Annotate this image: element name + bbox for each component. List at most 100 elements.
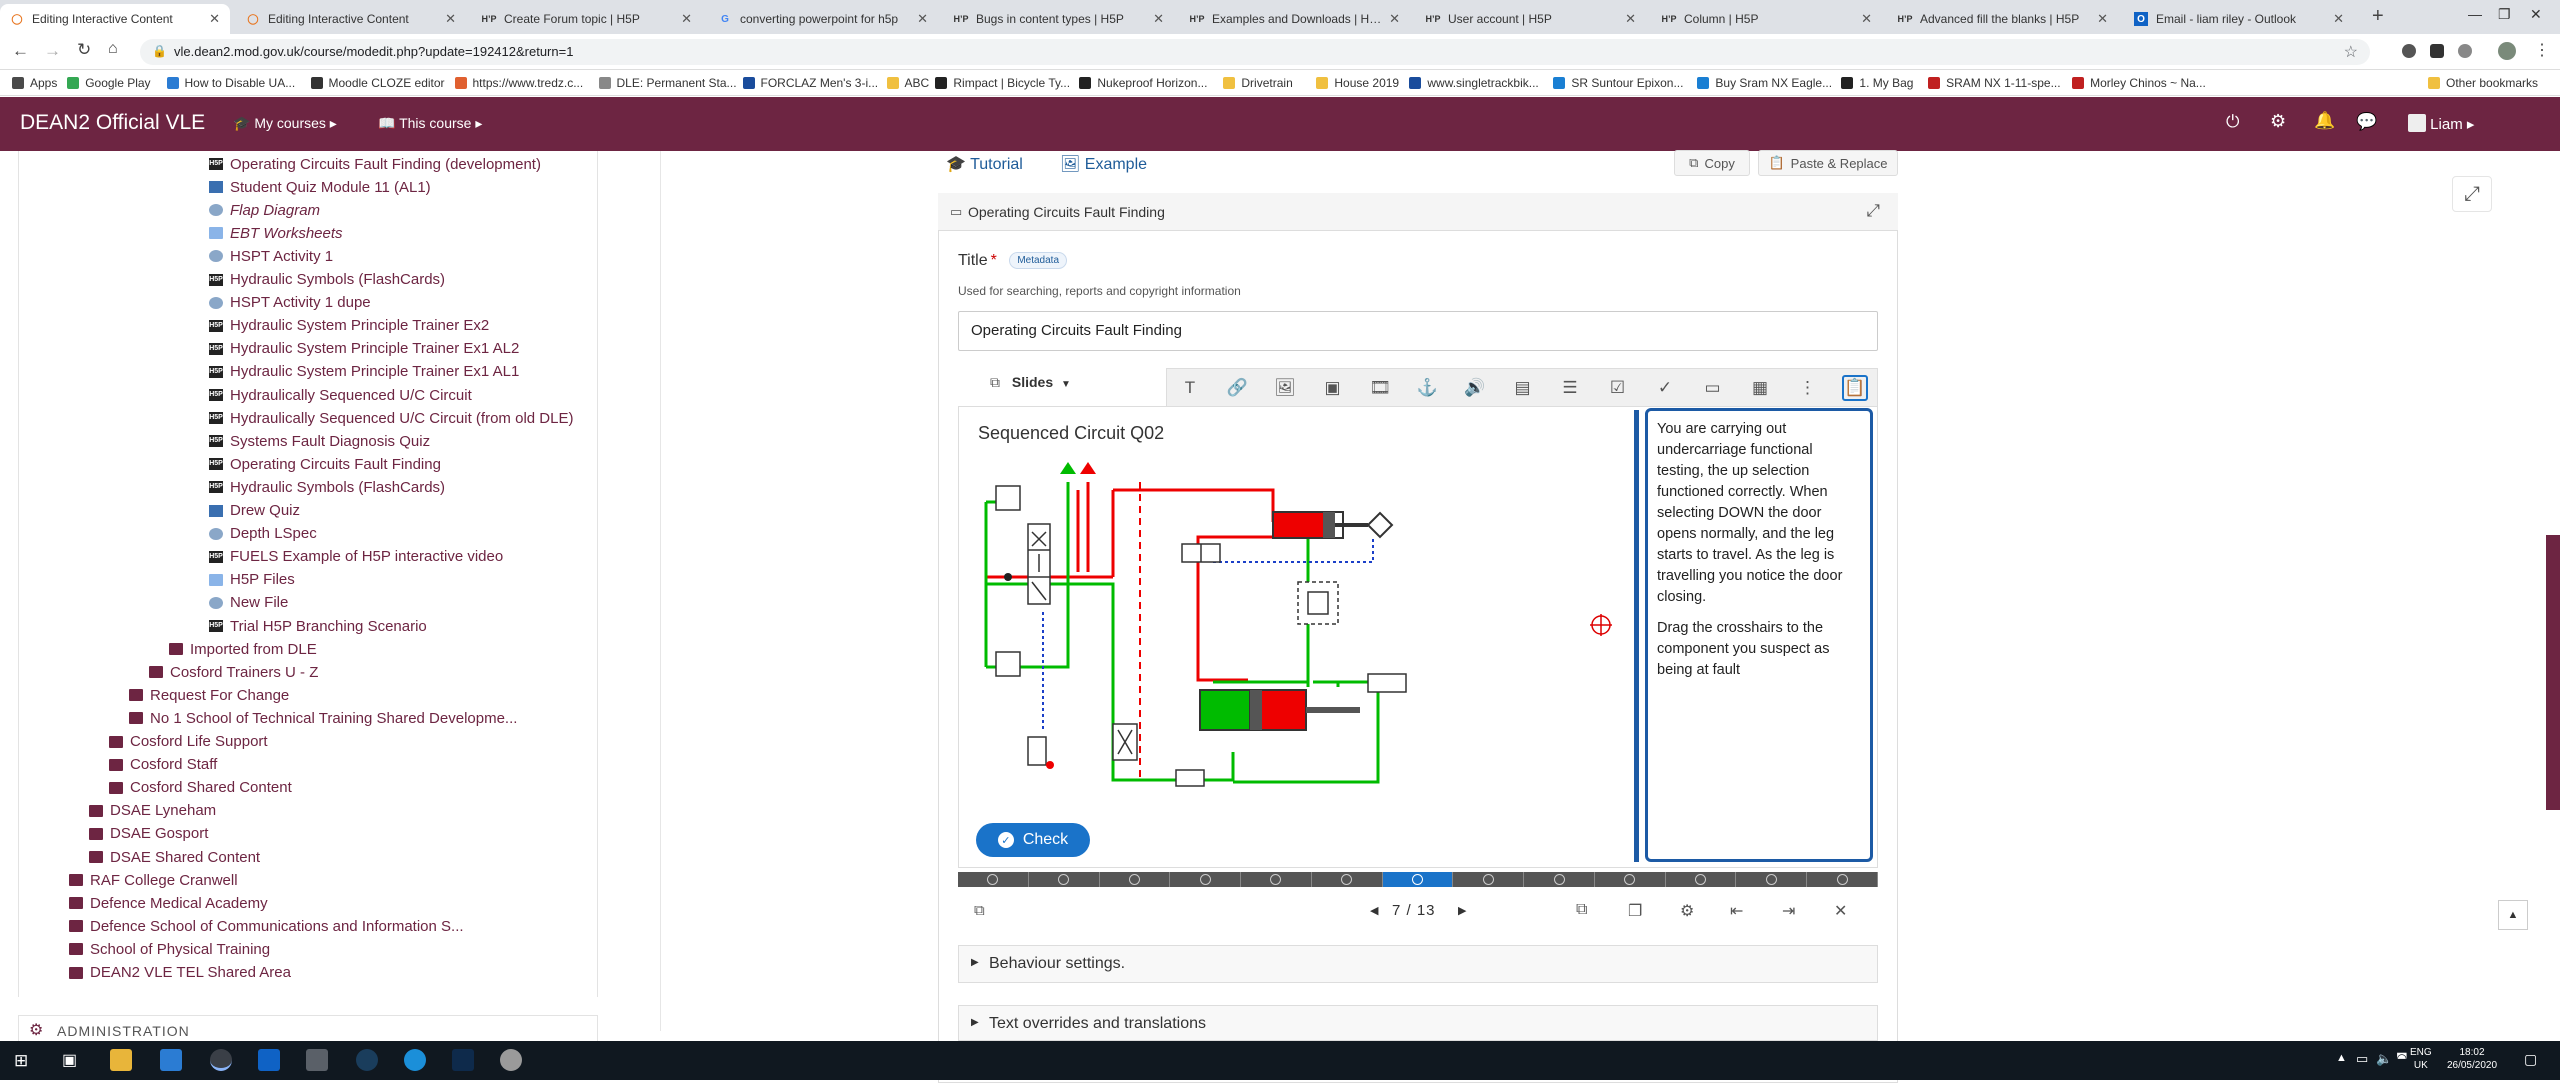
extension-icon[interactable] bbox=[2458, 44, 2472, 58]
slide-nav-item[interactable] bbox=[1666, 872, 1737, 887]
tab-close-icon[interactable]: ✕ bbox=[681, 11, 692, 27]
page-scrollbar[interactable] bbox=[2546, 535, 2560, 810]
move-right-icon[interactable]: ⇥ bbox=[1782, 901, 1795, 921]
close-icon[interactable]: ✕ bbox=[2530, 6, 2542, 23]
video-icon[interactable]: 🎞 bbox=[1367, 375, 1393, 401]
notification-icon[interactable]: ▢ bbox=[2524, 1051, 2537, 1068]
slide-nav-item[interactable] bbox=[1807, 872, 1878, 887]
tree-item[interactable]: Depth LSpec bbox=[209, 524, 317, 544]
tree-item[interactable]: H5P FUELS Example of H5P interactive vide… bbox=[209, 547, 503, 567]
this-course-menu[interactable]: 📖 This course ▸ bbox=[378, 115, 482, 132]
more-icon[interactable]: ⋮ bbox=[1795, 375, 1821, 401]
tree-item[interactable]: H5P Trial H5P Branching Scenario bbox=[209, 616, 427, 636]
tree-item[interactable]: Cosford Shared Content bbox=[109, 778, 292, 798]
selector-valve[interactable] bbox=[1027, 523, 1051, 605]
tab-close-icon[interactable]: ✕ bbox=[2097, 11, 2108, 27]
slides-icon[interactable]: ⧉ bbox=[974, 902, 985, 919]
extension-icon[interactable] bbox=[2402, 44, 2416, 58]
tab-close-icon[interactable]: ✕ bbox=[1861, 11, 1872, 27]
tab-close-icon[interactable]: ✕ bbox=[1153, 11, 1164, 27]
windows-start-icon[interactable]: ⊞ bbox=[14, 1051, 28, 1071]
example-link[interactable]: 🖼 Example bbox=[1060, 154, 1147, 174]
browser-tab[interactable]: ◯ Editing Interactive Content ✕ bbox=[0, 4, 230, 34]
slide-nav-item[interactable] bbox=[1170, 872, 1242, 887]
tray-chevron-icon[interactable]: ▲ bbox=[2336, 1052, 2347, 1064]
star-icon[interactable]: ☆ bbox=[2344, 42, 2358, 62]
new-tab-icon[interactable]: + bbox=[2372, 5, 2384, 28]
volume-icon[interactable]: 🔈 bbox=[2376, 1051, 2392, 1067]
slide-nav-item[interactable] bbox=[1241, 872, 1312, 887]
task-view-icon[interactable]: ▣ bbox=[62, 1050, 77, 1070]
clock[interactable]: 18:02 26/05/2020 bbox=[2442, 1046, 2502, 1072]
calculator-icon[interactable] bbox=[306, 1049, 328, 1071]
tree-item[interactable]: HSPT Activity 1 dupe bbox=[209, 293, 371, 313]
true-false-icon[interactable]: ✓ bbox=[1652, 375, 1678, 401]
chrome-icon[interactable] bbox=[210, 1049, 232, 1071]
audio-icon[interactable]: 🔊 bbox=[1462, 375, 1488, 401]
browser-tab[interactable]: H’P Create Forum topic | H5P ✕ bbox=[472, 4, 702, 34]
tree-item[interactable]: H5P Systems Fault Diagnosis Quiz bbox=[209, 431, 430, 451]
link-icon[interactable]: 🔗 bbox=[1225, 375, 1251, 401]
tree-item[interactable]: H5P Hydraulic System Principle Trainer Ex… bbox=[209, 316, 489, 336]
image-icon[interactable]: 🖼 bbox=[1272, 375, 1298, 401]
tree-item[interactable]: Cosford Life Support bbox=[109, 732, 268, 752]
maximize-icon[interactable]: ❐ bbox=[2498, 6, 2511, 23]
tree-item[interactable]: DSAE Lyneham bbox=[89, 801, 216, 821]
edge-icon[interactable] bbox=[404, 1049, 426, 1071]
tree-item[interactable]: Request For Change bbox=[129, 685, 289, 705]
tree-item[interactable]: DEAN2 VLE TEL Shared Area bbox=[69, 963, 291, 983]
prev-slide-icon[interactable]: ◀ bbox=[1370, 904, 1378, 917]
browser-tab[interactable]: Gconverting powerpoint for h5p ✕ bbox=[708, 4, 938, 34]
browser-tab[interactable]: H’P Bugs in content types | H5P ✕ bbox=[944, 4, 1174, 34]
tree-item[interactable]: New File bbox=[209, 593, 288, 613]
copy-button[interactable]: ⧉ Copy bbox=[1674, 150, 1750, 176]
browser-tab[interactable]: H’P Column | H5P ✕ bbox=[1652, 4, 1882, 34]
slide-nav-item[interactable] bbox=[1029, 872, 1100, 887]
bookmark[interactable]: Moodle CLOZE editor bbox=[310, 76, 445, 90]
fullscreen-icon[interactable]: ⤢ bbox=[2452, 176, 2492, 212]
next-slide-icon[interactable]: ▶ bbox=[1458, 904, 1466, 917]
bookmark[interactable]: SRAM NX 1-11-spe... bbox=[1928, 76, 2061, 90]
forward-icon[interactable]: → bbox=[44, 41, 61, 61]
tree-item[interactable]: School of Physical Training bbox=[69, 939, 270, 959]
metadata-button[interactable]: Metadata bbox=[1009, 252, 1068, 269]
delete-slide-icon[interactable]: ✕ bbox=[1834, 901, 1847, 921]
bookmark[interactable]: Buy Sram NX Eagle... bbox=[1697, 76, 1832, 90]
tree-item[interactable]: Cosford Staff bbox=[109, 755, 217, 775]
chat-icon[interactable]: 💬 bbox=[2356, 112, 2377, 132]
dialog-icon[interactable]: ▭ bbox=[1700, 375, 1726, 401]
tree-item[interactable]: H5P Operating Circuits Fault Finding bbox=[209, 454, 441, 474]
reload-icon[interactable]: ↻ bbox=[77, 40, 91, 60]
tree-item[interactable]: H5P Files bbox=[209, 570, 295, 590]
tree-item[interactable]: H5P Hydraulically Sequenced U/C Circuit (… bbox=[209, 408, 573, 428]
scroll-to-top-button[interactable]: ▲ bbox=[2498, 900, 2528, 930]
slide-nav-item[interactable] bbox=[1382, 872, 1454, 887]
tab-close-icon[interactable]: ✕ bbox=[1389, 11, 1400, 27]
other-bookmarks[interactable]: Other bookmarks bbox=[2428, 76, 2538, 90]
up-cylinder[interactable] bbox=[1272, 511, 1394, 539]
bookmark[interactable]: SR Suntour Epixon... bbox=[1553, 76, 1683, 90]
tree-item[interactable]: Defence School of Communications and Inf… bbox=[69, 916, 464, 936]
tree-item[interactable]: H5P Operating Circuits Fault Finding (dev… bbox=[209, 154, 541, 174]
list-icon[interactable]: ☰ bbox=[1557, 375, 1583, 401]
text-overrides[interactable]: ▶ Text overrides and translations bbox=[958, 1005, 1878, 1041]
bookmark[interactable]: House 2019 bbox=[1316, 76, 1399, 90]
tree-item[interactable]: Flap Diagram bbox=[209, 200, 320, 220]
app-icon[interactable] bbox=[500, 1049, 522, 1071]
tree-item[interactable]: Student Quiz Module 11 (AL1) bbox=[209, 177, 431, 197]
tree-item[interactable]: DSAE Gosport bbox=[89, 824, 208, 844]
anchor-icon[interactable]: ⚓ bbox=[1415, 375, 1441, 401]
tree-item[interactable]: DSAE Shared Content bbox=[89, 847, 260, 867]
expand-icon[interactable]: ⤢ bbox=[1866, 201, 1880, 221]
tree-item[interactable]: Imported from DLE bbox=[169, 639, 317, 659]
browser-tab[interactable]: ◯ Editing Interactive Content ✕ bbox=[236, 4, 466, 34]
hydraulic-circuit-diagram[interactable] bbox=[968, 462, 1428, 802]
bookmark[interactable]: 1. My Bag bbox=[1841, 76, 1913, 90]
instruction-panel[interactable]: You are carrying out undercarriage funct… bbox=[1645, 408, 1873, 862]
tree-item[interactable]: Defence Medical Academy bbox=[69, 893, 268, 913]
tab-close-icon[interactable]: ✕ bbox=[2333, 11, 2344, 27]
my-courses-menu[interactable]: 🎓 My courses ▸ bbox=[233, 115, 337, 132]
slide-nav-item[interactable] bbox=[1100, 872, 1171, 887]
tree-item[interactable]: H5P Hydraulic System Principle Trainer Ex… bbox=[209, 362, 519, 382]
bell-icon[interactable]: 🔔 bbox=[2314, 111, 2335, 131]
